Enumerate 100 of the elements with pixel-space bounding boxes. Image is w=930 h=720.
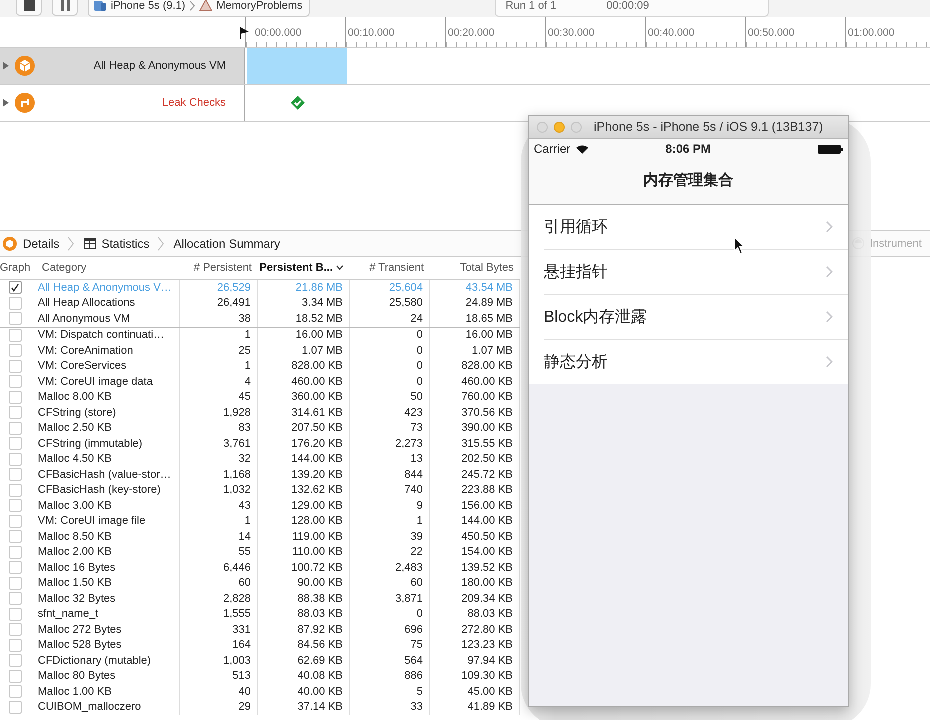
table-cell: 26,529	[217, 282, 251, 294]
checkbox[interactable]	[8, 499, 22, 512]
checkbox[interactable]	[8, 576, 22, 590]
checkbox[interactable]	[8, 654, 22, 668]
checkbox[interactable]	[8, 344, 22, 358]
checkbox[interactable]	[8, 296, 22, 310]
breadcrumb[interactable]: Allocation Summary	[158, 236, 280, 250]
wifi-icon	[576, 144, 589, 154]
table-cell: Malloc 8.50 KB	[38, 530, 112, 543]
checkbox[interactable]	[8, 422, 22, 435]
table-cell: All Anonymous VM	[38, 312, 130, 325]
table-cell: 144.00 KB	[462, 515, 513, 528]
checkbox[interactable]	[8, 623, 22, 636]
table-cell: 128.00 KB	[292, 515, 343, 528]
table-cell: 14	[238, 530, 251, 543]
disclosure-triangle-icon[interactable]	[3, 62, 9, 70]
checkbox[interactable]	[8, 514, 22, 528]
table-cell: 43	[238, 500, 251, 512]
table-cell: 88.03 KB	[468, 608, 513, 620]
checkbox[interactable]	[8, 390, 22, 404]
close-light-icon[interactable]	[537, 122, 548, 132]
checkbox[interactable]	[8, 592, 22, 606]
column-header[interactable]: Total Bytes	[430, 262, 520, 274]
checkbox[interactable]	[8, 530, 22, 544]
playhead-icon[interactable]	[240, 27, 250, 39]
cube-icon	[3, 236, 17, 250]
checkbox[interactable]	[8, 328, 22, 342]
scheme-selector[interactable]: iPhone 5s (9.1) MemoryProblems	[88, 0, 310, 16]
chevron-icon	[68, 236, 74, 250]
sort-chevron-icon	[336, 265, 344, 271]
checkbox[interactable]	[8, 608, 22, 621]
table-cell: CFString (immutable)	[38, 438, 143, 450]
checkbox[interactable]	[8, 437, 22, 450]
track-header[interactable]: Leak Checks	[0, 85, 245, 121]
checkbox[interactable]	[8, 406, 22, 420]
table-cell: 62.69 KB	[298, 654, 343, 667]
list-item[interactable]: 悬挂指针	[544, 250, 848, 295]
list-item[interactable]: Block内存泄露	[544, 295, 848, 340]
table-cell: CFDictionary (mutable)	[38, 654, 152, 667]
list-item[interactable]: 静态分析	[544, 340, 848, 384]
table-cell: 2,273	[395, 438, 423, 450]
checkbox[interactable]	[8, 452, 22, 466]
table-cell: 24	[410, 312, 423, 325]
table-cell: 40.00 KB	[298, 686, 343, 698]
table-cell: 164	[232, 639, 251, 652]
table-cell: sfnt_name_t	[38, 608, 99, 620]
track-header[interactable]: All Heap & Anonymous VM	[0, 48, 245, 84]
checkbox[interactable]	[8, 375, 22, 388]
table-cell: 331	[232, 624, 251, 636]
pause-button[interactable]	[52, 0, 78, 16]
table-cell: 1,032	[223, 484, 251, 496]
checkbox[interactable]	[8, 360, 22, 373]
checkbox[interactable]	[8, 670, 22, 683]
table-cell: Malloc 1.00 KB	[38, 686, 112, 698]
column-header[interactable]: Persistent B...	[258, 262, 350, 274]
table-cell: VM: CoreServices	[38, 360, 127, 372]
run-label: Run 1 of 1	[506, 0, 557, 12]
checkbox[interactable]	[8, 484, 22, 497]
table-cell: 87.92 KB	[298, 624, 343, 636]
table-cell: Malloc 32 Bytes	[38, 592, 116, 605]
checkbox[interactable]	[8, 281, 22, 294]
column-header[interactable]: # Transient	[350, 262, 430, 274]
table-cell: CFBasicHash (value-stor…	[38, 468, 172, 481]
table-cell: VM: Dispatch continuati…	[38, 329, 165, 342]
filter-field[interactable]: Instrument	[870, 238, 930, 250]
table-cell: 88.38 KB	[298, 592, 343, 605]
column-header[interactable]: Graph	[0, 262, 30, 274]
checkbox[interactable]	[8, 312, 22, 326]
zoom-light-icon[interactable]	[571, 122, 582, 132]
table-cell: 18.52 MB	[296, 312, 343, 325]
table-cell: 139.20 KB	[292, 468, 343, 481]
table-cell: 0	[416, 329, 423, 342]
chevron-icon	[826, 266, 833, 278]
checkbox[interactable]	[8, 638, 22, 652]
battery-icon	[818, 144, 843, 154]
checkbox[interactable]	[8, 468, 22, 482]
table-cell: 73	[410, 422, 423, 434]
checkbox[interactable]	[8, 685, 22, 698]
time-tick-label: 01:00.000	[848, 27, 895, 39]
chevron-icon	[826, 221, 833, 233]
table-cell: 1,003	[223, 654, 251, 667]
table-cell: 207.50 KB	[292, 422, 343, 434]
table-cell: 1	[416, 515, 423, 528]
column-header[interactable]: # Persistent	[180, 262, 258, 274]
grid-icon	[84, 238, 96, 249]
table-cell: 39	[410, 530, 423, 543]
column-header[interactable]: Category	[30, 262, 180, 274]
table-cell: 1.07 MB	[472, 344, 513, 357]
table-cell: 180.00 KB	[462, 577, 513, 590]
table-cell: Malloc 528 Bytes	[38, 639, 122, 652]
checkbox[interactable]	[8, 546, 22, 559]
breadcrumb[interactable]: Statistics	[68, 236, 150, 250]
disclosure-triangle-icon[interactable]	[3, 99, 9, 107]
table-cell: 132.62 KB	[292, 484, 343, 496]
minimize-light-icon[interactable]	[554, 122, 565, 132]
checkbox[interactable]	[8, 561, 22, 574]
stop-button[interactable]	[16, 0, 42, 16]
breadcrumb[interactable]: Details	[3, 236, 60, 250]
checkbox[interactable]	[8, 700, 22, 714]
device-label: iPhone 5s (9.1)	[111, 0, 186, 12]
